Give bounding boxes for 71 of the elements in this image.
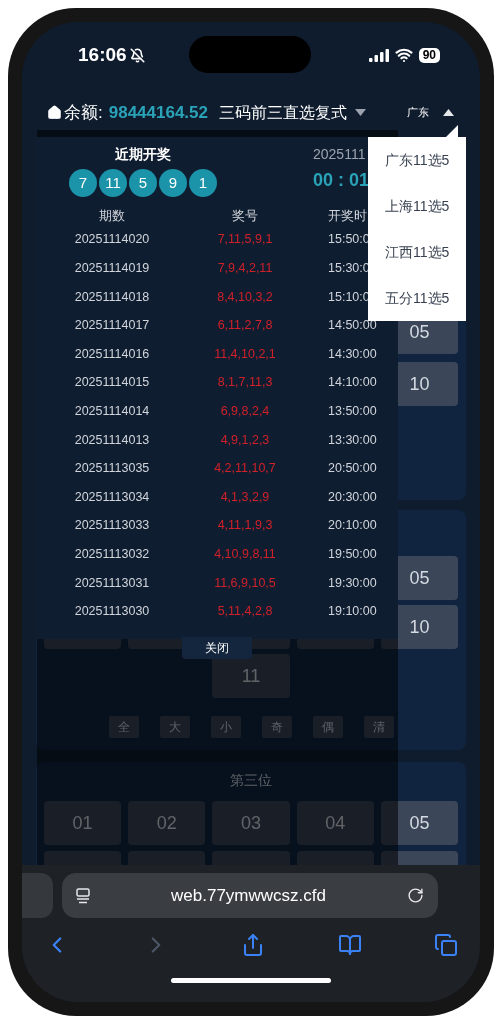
table-cell-text: 5,11,4,2,8	[216, 603, 274, 621]
table-cell-text: 4,11,1,9,3	[216, 517, 274, 535]
table-cell-text: 7,9,4,2,11	[216, 260, 274, 277]
address-field[interactable]: web.77ymwwcsz.cfd	[62, 873, 438, 918]
table-cell: 13:50:00	[328, 404, 377, 418]
table-cell-text: 4,9,1,2,3	[219, 431, 271, 449]
table-cell-text: 4,2,11,10,7	[213, 460, 277, 478]
table-cell-text: 20251114017	[73, 317, 151, 335]
number-button[interactable]: 05	[380, 801, 458, 845]
table-cell-text: 20251114020	[73, 231, 151, 249]
clock-time: 16:06	[78, 44, 127, 66]
table-cell: 13:30:00	[328, 432, 377, 447]
caret-down-icon	[355, 109, 366, 116]
table-cell-text: 4,10,9,8,11	[213, 545, 277, 563]
signal-icon	[368, 48, 389, 62]
column-header: 开奖时	[327, 207, 368, 225]
table-cell-text: 20251113030	[73, 603, 151, 621]
reader-icon	[76, 887, 90, 904]
table-cell: 19:10:00	[328, 604, 377, 619]
url-text: web.77ymwwcsz.cfd	[170, 884, 327, 907]
table-cell: 14:10:00	[328, 375, 377, 390]
tabs-icon[interactable]	[434, 933, 458, 957]
table-cell-text: 11,6,9,10,5	[213, 574, 277, 592]
play-type-dropdown[interactable]: 三码前三直选复式	[219, 100, 366, 125]
balance-amount: 98444164.52	[108, 101, 208, 124]
tab-preview[interactable]	[22, 873, 53, 918]
caret-up-icon	[443, 109, 454, 116]
table-cell-text: 20251113033	[73, 517, 151, 535]
table-cell-text: 20251114013	[73, 431, 151, 449]
table-cell-text: 20251114019	[73, 260, 151, 277]
balance-label: 余额:	[64, 101, 103, 124]
reload-icon[interactable]	[407, 887, 424, 904]
table-cell: 20:30:00	[328, 489, 377, 504]
table-cell: 20:10:00	[328, 518, 377, 533]
table-cell-text: 20251114015	[73, 374, 151, 392]
bookmarks-icon[interactable]	[337, 933, 362, 957]
table-cell-text: 20251113032	[73, 545, 151, 563]
column-header: 奖号	[231, 207, 259, 225]
battery-level: 90	[418, 47, 440, 63]
table-cell-text: 8,1,7,11,3	[216, 374, 274, 392]
table-cell: 20:50:00	[328, 461, 377, 476]
menu-item[interactable]: 江西11选5	[368, 241, 466, 263]
close-button[interactable]: 关闭	[182, 636, 252, 659]
table-cell-text: 20251114014	[73, 403, 151, 420]
table-cell-text: 20251114018	[73, 288, 151, 306]
column-header: 期数	[98, 207, 126, 225]
table-cell-text: 20251114016	[73, 345, 151, 363]
menu-item[interactable]: 五分11选5	[368, 287, 466, 309]
table-cell-text: 20251113034	[73, 488, 151, 506]
panel-title: 近期开奖	[115, 145, 171, 163]
table-cell-text: 20251113035	[73, 460, 151, 478]
table-cell-text: 11,4,10,2,1	[213, 345, 277, 363]
share-icon[interactable]	[241, 933, 265, 957]
wifi-icon	[394, 46, 413, 64]
home-icon[interactable]	[47, 105, 62, 120]
countdown: 00 : 01	[313, 169, 370, 192]
table-cell: 14:30:00	[328, 346, 377, 361]
section-title: 第三位	[229, 771, 273, 790]
table-cell: 19:30:00	[328, 575, 377, 590]
table-cell-text: 6,9,8,2,4	[219, 403, 271, 420]
table-cell-text: 6,11,2,7,8	[216, 317, 274, 335]
table-cell: 14:50:00	[328, 318, 377, 333]
table-cell-text: 20251113031	[73, 574, 151, 592]
table-cell-text: 4,1,3,2,9	[219, 488, 271, 506]
table-cell-text: 8,4,10,3,2	[216, 288, 274, 306]
table-cell: 19:50:00	[328, 546, 377, 561]
table-cell-text: 7,11,5,9,1	[216, 231, 274, 249]
issue-number: 2025111	[313, 145, 367, 163]
region-dropdown[interactable]: 广东	[407, 104, 454, 121]
menu-item[interactable]: 广东11选5	[368, 149, 466, 171]
menu-item[interactable]: 上海11选5	[368, 195, 466, 217]
